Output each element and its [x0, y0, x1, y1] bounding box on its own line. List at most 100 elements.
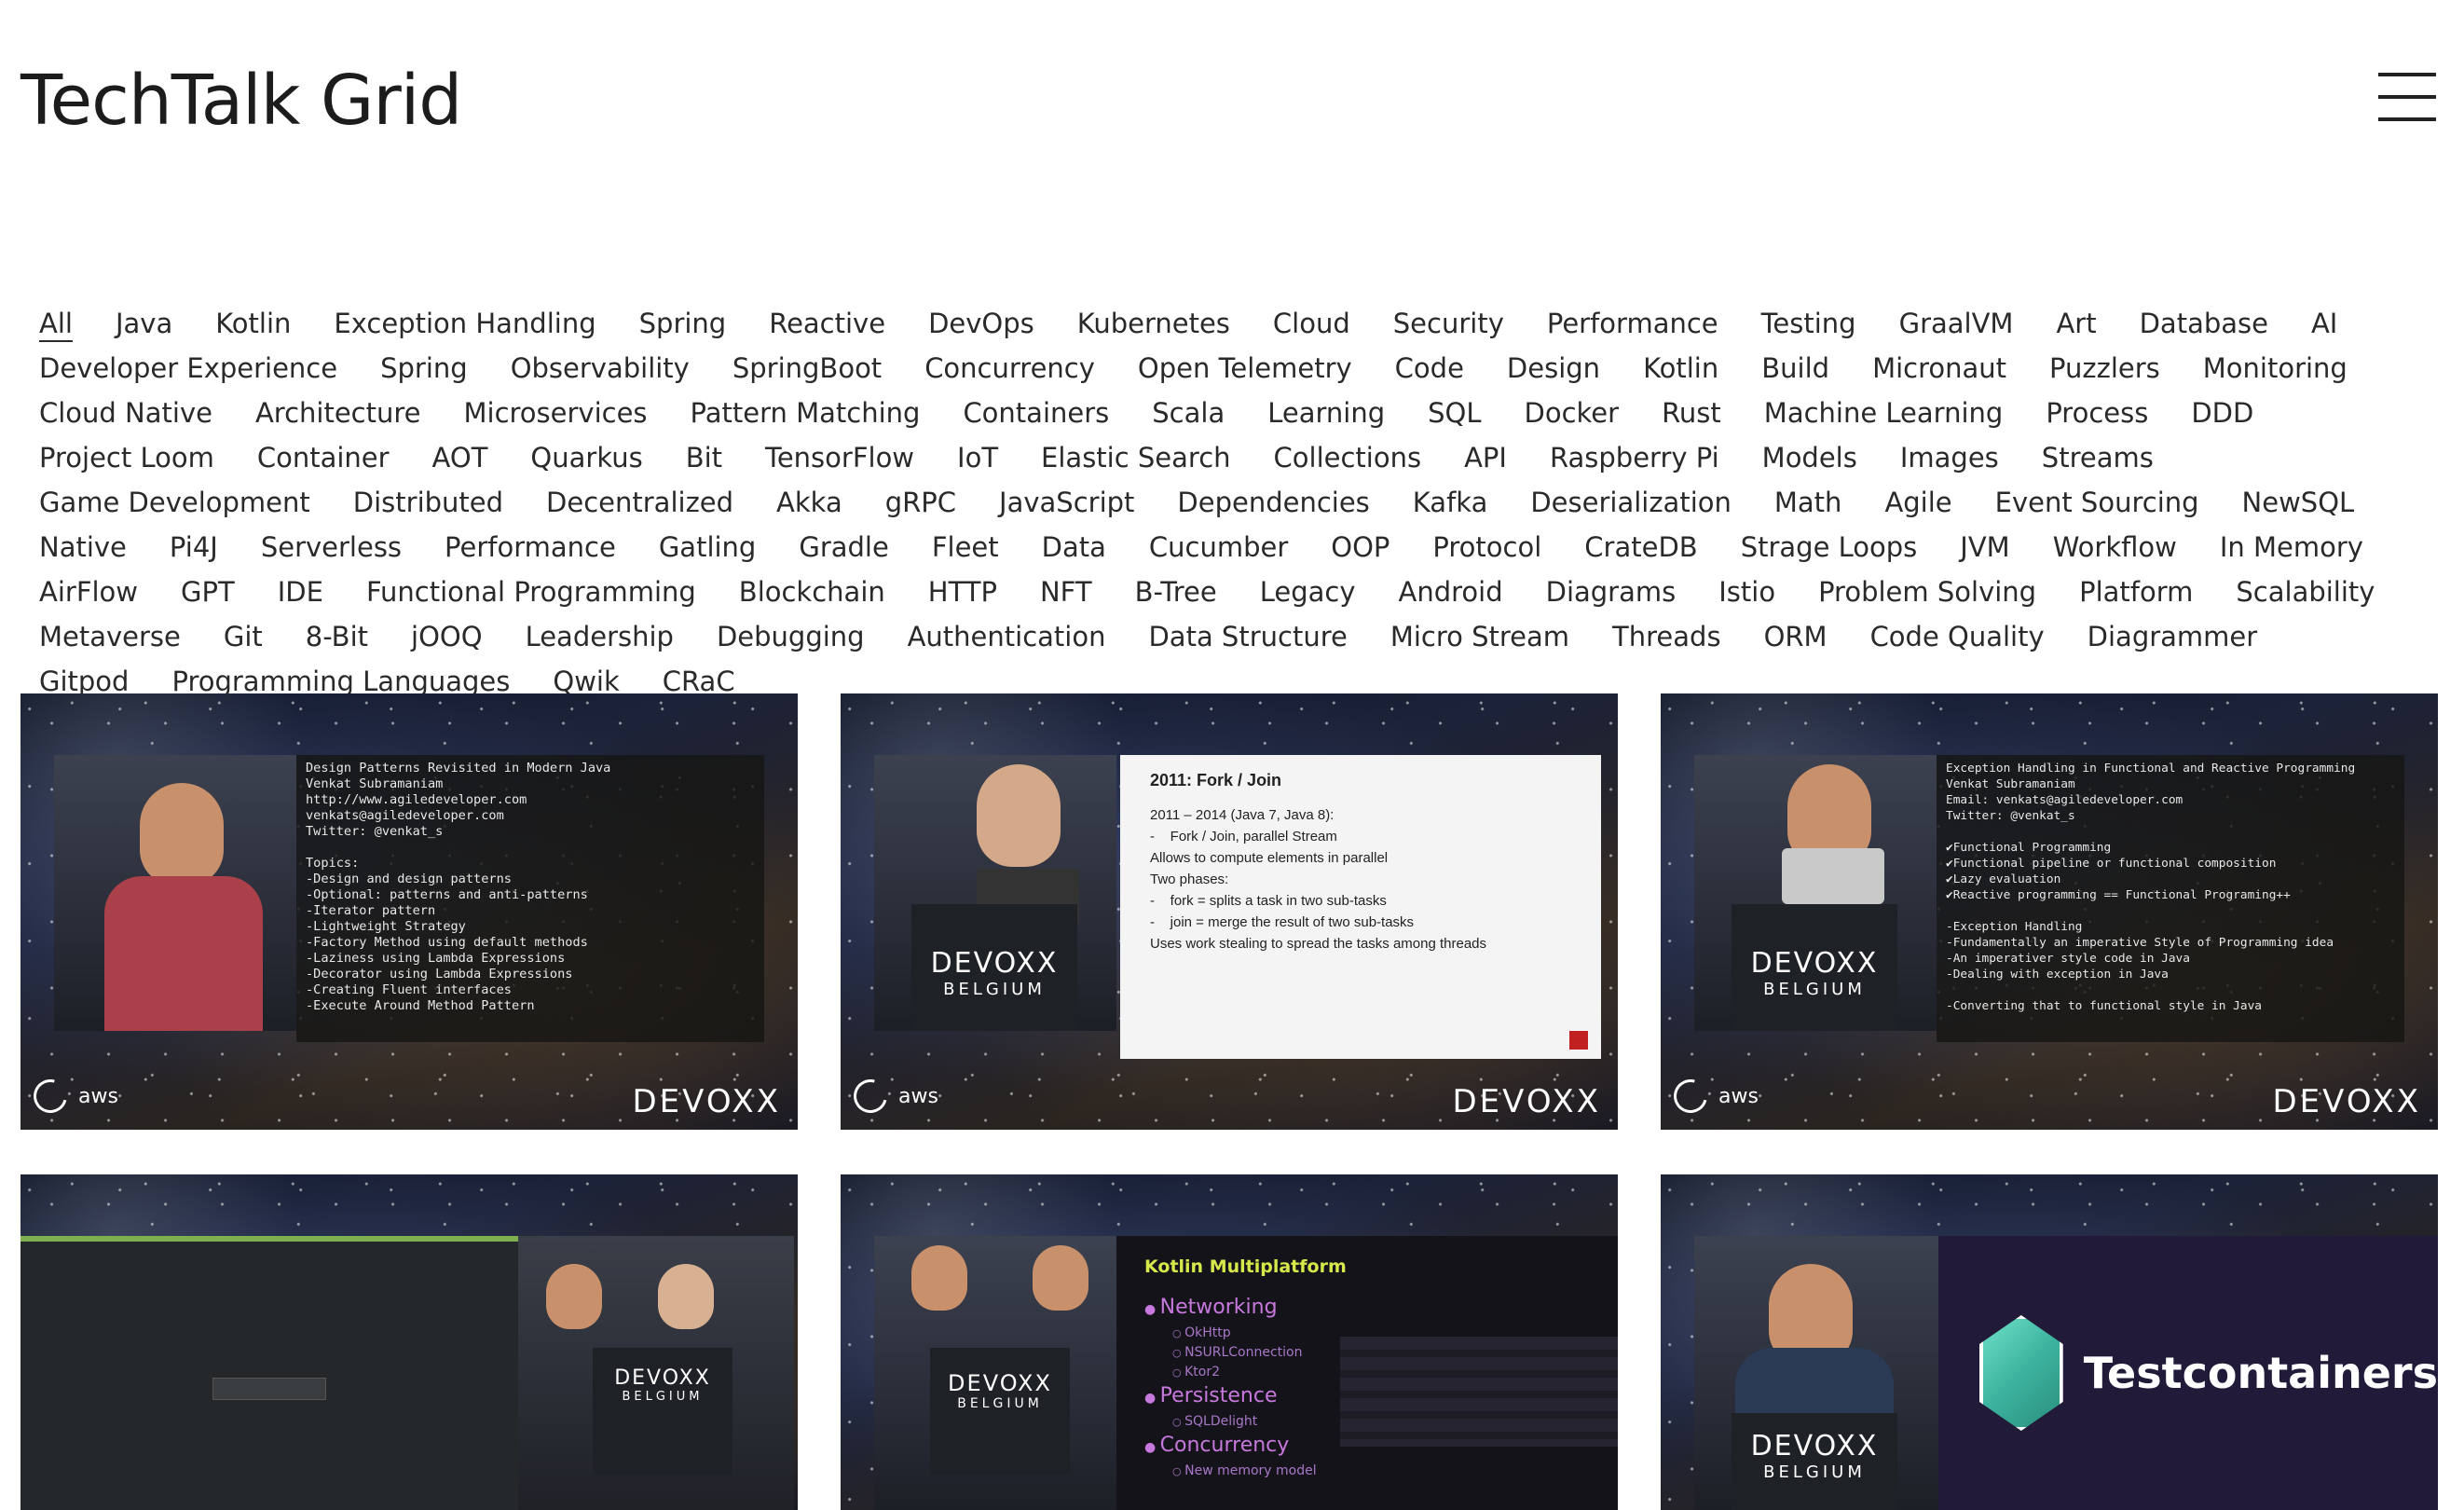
tag-filter[interactable]: GPT	[181, 570, 235, 614]
tag-filter[interactable]: JavaScript	[999, 480, 1134, 525]
tag-filter[interactable]: Microservices	[464, 391, 648, 435]
tag-filter[interactable]: Spring	[639, 301, 727, 346]
tag-filter[interactable]: Concurrency	[924, 346, 1095, 391]
tag-filter[interactable]: Protocol	[1432, 525, 1541, 570]
tag-filter[interactable]: OOP	[1331, 525, 1389, 570]
tag-filter[interactable]: Authentication	[908, 614, 1106, 659]
hamburger-menu-icon[interactable]	[2378, 73, 2436, 121]
tag-filter[interactable]: 8-Bit	[306, 614, 368, 659]
tag-filter[interactable]: Legacy	[1260, 570, 1356, 614]
tag-filter[interactable]: TensorFlow	[765, 435, 914, 480]
tag-filter[interactable]: Kotlin	[215, 301, 291, 346]
tag-filter[interactable]: Docker	[1525, 391, 1620, 435]
tag-filter[interactable]: Performance	[445, 525, 616, 570]
tag-filter[interactable]: Quarkus	[530, 435, 642, 480]
tag-filter[interactable]: HTTP	[928, 570, 997, 614]
video-card[interactable]: DEVOXX BELGIUM 2011: Fork / Join 2011 – …	[841, 693, 1618, 1130]
tag-filter[interactable]: Math	[1774, 480, 1842, 525]
tag-filter[interactable]: Micro Stream	[1390, 614, 1569, 659]
tag-filter[interactable]: Platform	[2079, 570, 2193, 614]
tag-filter[interactable]: DevOps	[928, 301, 1034, 346]
tag-filter[interactable]: Dependencies	[1177, 480, 1369, 525]
tag-filter[interactable]: Kotlin	[1643, 346, 1718, 391]
tag-filter[interactable]: Containers	[963, 391, 1109, 435]
tag-filter[interactable]: Testing	[1761, 301, 1856, 346]
tag-filter[interactable]: Exception Handling	[334, 301, 595, 346]
tag-filter[interactable]: Puzzlers	[2049, 346, 2160, 391]
tag-filter[interactable]: Scalability	[2236, 570, 2375, 614]
tag-filter[interactable]: gRPC	[885, 480, 956, 525]
tag-filter[interactable]: Akka	[776, 480, 842, 525]
video-card[interactable]: Design Patterns Revisited in Modern Java…	[21, 693, 798, 1130]
tag-filter[interactable]: Scala	[1152, 391, 1225, 435]
tag-filter[interactable]: Istio	[1718, 570, 1775, 614]
tag-filter[interactable]: Kubernetes	[1077, 301, 1230, 346]
tag-filter[interactable]: Functional Programming	[366, 570, 696, 614]
video-card[interactable]: DEVOXX BELGIUM	[21, 1174, 798, 1510]
tag-filter[interactable]: Architecture	[255, 391, 421, 435]
tag-filter[interactable]: Performance	[1547, 301, 1718, 346]
tag-filter[interactable]: Micronaut	[1872, 346, 2006, 391]
tag-filter[interactable]: Spring	[380, 346, 468, 391]
tag-filter[interactable]: Distributed	[353, 480, 503, 525]
tag-filter[interactable]: Game Development	[39, 480, 310, 525]
tag-filter[interactable]: Event Sourcing	[1995, 480, 2199, 525]
tag-filter[interactable]: DDD	[2191, 391, 2253, 435]
tag-filter[interactable]: Git	[224, 614, 263, 659]
tag-filter[interactable]: Images	[1900, 435, 1999, 480]
tag-filter[interactable]: IDE	[278, 570, 323, 614]
tag-filter[interactable]: In Memory	[2220, 525, 2363, 570]
tag-filter[interactable]: Debugging	[717, 614, 865, 659]
tag-filter[interactable]: Cucumber	[1149, 525, 1288, 570]
tag-filter-all[interactable]: All	[39, 301, 73, 346]
tag-filter[interactable]: Native	[39, 525, 127, 570]
tag-filter[interactable]: Container	[257, 435, 390, 480]
tag-filter[interactable]: Fleet	[932, 525, 999, 570]
tag-filter[interactable]: Deserialization	[1530, 480, 1732, 525]
tag-filter[interactable]: Learning	[1267, 391, 1385, 435]
tag-filter[interactable]: B-Tree	[1135, 570, 1217, 614]
tag-filter[interactable]: Serverless	[261, 525, 402, 570]
tag-filter[interactable]: Open Telemetry	[1138, 346, 1352, 391]
tag-filter[interactable]: Kafka	[1413, 480, 1488, 525]
tag-filter[interactable]: NFT	[1040, 570, 1092, 614]
tag-filter[interactable]: Process	[2046, 391, 2148, 435]
tag-filter[interactable]: IoT	[957, 435, 998, 480]
tag-filter[interactable]: Decentralized	[546, 480, 733, 525]
tag-filter[interactable]: jOOQ	[411, 614, 483, 659]
tag-filter[interactable]: Cloud Native	[39, 391, 212, 435]
tag-filter[interactable]: Design	[1507, 346, 1600, 391]
tag-filter[interactable]: CrateDB	[1584, 525, 1697, 570]
tag-filter[interactable]: Reactive	[769, 301, 885, 346]
tag-filter[interactable]: Workflow	[2053, 525, 2177, 570]
tag-filter[interactable]: Collections	[1274, 435, 1422, 480]
tag-filter[interactable]: Rust	[1662, 391, 1721, 435]
tag-filter[interactable]: Diagrammer	[2088, 614, 2258, 659]
tag-filter[interactable]: Security	[1393, 301, 1504, 346]
tag-filter[interactable]: Streams	[2042, 435, 2154, 480]
tag-filter[interactable]: AI	[2311, 301, 2337, 346]
tag-filter[interactable]: Elastic Search	[1041, 435, 1230, 480]
tag-filter[interactable]: Models	[1762, 435, 1857, 480]
video-card[interactable]: DEVOXX BELGIUM Exception Handling in Fun…	[1661, 693, 2438, 1130]
tag-filter[interactable]: Code	[1395, 346, 1464, 391]
tag-filter[interactable]: Java	[116, 301, 172, 346]
tag-filter[interactable]: Art	[2056, 301, 2096, 346]
tag-filter[interactable]: GraalVM	[1899, 301, 2014, 346]
tag-filter[interactable]: Data	[1042, 525, 1106, 570]
tag-filter[interactable]: SpringBoot	[732, 346, 882, 391]
tag-filter[interactable]: NewSQL	[2242, 480, 2355, 525]
tag-filter[interactable]: AOT	[432, 435, 488, 480]
tag-filter[interactable]: Raspberry Pi	[1550, 435, 1719, 480]
video-card[interactable]: DEVOXX BELGIUM Kotlin Multiplatform Netw…	[841, 1174, 1618, 1510]
tag-filter[interactable]: Code Quality	[1870, 614, 2045, 659]
tag-filter[interactable]: Database	[2140, 301, 2268, 346]
tag-filter[interactable]: Observability	[511, 346, 690, 391]
tag-filter[interactable]: Android	[1398, 570, 1502, 614]
video-card[interactable]: DEVOXX BELGIUM Testcontainers	[1661, 1174, 2438, 1510]
tag-filter[interactable]: SQL	[1428, 391, 1481, 435]
tag-filter[interactable]: API	[1464, 435, 1507, 480]
tag-filter[interactable]: Problem Solving	[1818, 570, 2036, 614]
tag-filter[interactable]: Data Structure	[1148, 614, 1347, 659]
tag-filter[interactable]: Leadership	[526, 614, 674, 659]
